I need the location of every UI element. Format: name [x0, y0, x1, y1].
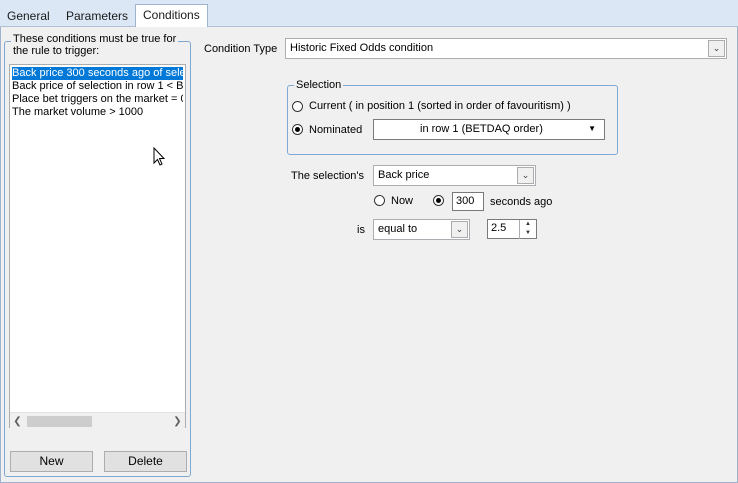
condition-type-select[interactable]: Historic Fixed Odds condition ⌄	[285, 38, 727, 59]
chevron-down-icon[interactable]: ⌄	[708, 40, 725, 57]
selection-property-select[interactable]: Back price ⌄	[373, 165, 536, 186]
current-radio-label: Current ( in position 1 (sorted in order…	[309, 100, 571, 112]
now-radio-label: Now	[391, 195, 414, 207]
condition-list-item[interactable]: Back price 300 seconds ago of selection …	[12, 67, 183, 80]
operator-value: equal to	[378, 223, 418, 235]
is-label: is	[357, 224, 365, 236]
threshold-value: 2.5	[491, 222, 507, 234]
selection-group-title: Selection	[294, 79, 344, 91]
scrollbar-thumb[interactable]	[27, 416, 92, 427]
condition-type-value: Historic Fixed Odds condition	[290, 42, 434, 54]
radio-checked-dot	[436, 198, 441, 203]
tab-conditions[interactable]: Conditions	[135, 4, 208, 28]
tab-general[interactable]: General	[0, 6, 57, 27]
seconds-ago-label: seconds ago	[490, 196, 553, 208]
scroll-right-arrow-icon[interactable]: ❯	[170, 414, 185, 429]
nominated-row-select[interactable]: in row 1 (BETDAQ order) ▼	[373, 119, 605, 140]
chevron-down-icon[interactable]: ⌄	[451, 221, 468, 238]
seconds-input[interactable]: 300	[452, 192, 484, 211]
condition-type-label: Condition Type	[204, 43, 278, 55]
conditions-listbox[interactable]: Back price 300 seconds ago of selection …	[9, 64, 186, 428]
condition-list-item[interactable]: Back price of selection in row 1 < Ba	[12, 80, 183, 93]
now-radio[interactable]	[374, 195, 385, 206]
delete-condition-button[interactable]: Delete	[104, 451, 187, 472]
condition-list-item[interactable]: The market volume > 1000	[12, 106, 183, 119]
nominated-radio-label: Nominated	[309, 124, 363, 136]
conditions-group-title-line1: These conditions must be true for	[13, 33, 177, 45]
condition-list-item[interactable]: Place bet triggers on the market = 0	[12, 93, 183, 106]
operator-select[interactable]: equal to ⌄	[373, 219, 470, 240]
selections-label: The selection's	[291, 170, 365, 182]
nominated-row-value: in row 1 (BETDAQ order)	[420, 123, 543, 135]
current-radio[interactable]	[292, 101, 303, 112]
stepper-buttons[interactable]: ▲ ▼	[519, 220, 536, 239]
conditions-group-title-line2: the rule to trigger:	[13, 45, 100, 57]
new-condition-button[interactable]: New	[10, 451, 93, 472]
chevron-down-icon[interactable]: ⌄	[517, 167, 534, 184]
stepper-down-icon[interactable]: ▼	[520, 229, 536, 238]
scroll-left-arrow-icon[interactable]: ❮	[10, 414, 25, 429]
dropdown-arrow-icon[interactable]: ▼	[588, 124, 596, 133]
tab-strip: General Parameters Conditions	[0, 0, 738, 28]
threshold-stepper[interactable]: 2.5 ▲ ▼	[487, 219, 537, 239]
seconds-ago-radio[interactable]	[433, 195, 444, 206]
mouse-pointer-icon	[153, 147, 166, 166]
nominated-radio[interactable]	[292, 124, 303, 135]
radio-checked-dot	[295, 127, 300, 132]
conditions-group-title: These conditions must be true for the ru…	[11, 33, 179, 57]
tab-parameters[interactable]: Parameters	[59, 6, 135, 27]
stepper-up-icon[interactable]: ▲	[520, 220, 536, 229]
selection-property-value: Back price	[378, 169, 430, 181]
horizontal-scrollbar[interactable]: ❮ ❯	[10, 412, 185, 429]
